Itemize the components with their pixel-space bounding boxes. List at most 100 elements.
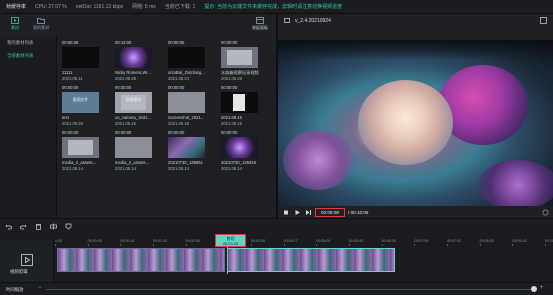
playhead[interactable] — [227, 246, 228, 274]
concurrency: 当前已下载: 1 — [164, 4, 196, 10]
next-frame-icon[interactable] — [305, 209, 312, 216]
video-clip-2-selected[interactable] — [227, 248, 395, 272]
media-thumbnail: 截图文件 — [62, 92, 99, 113]
stop-icon[interactable] — [283, 209, 290, 216]
ruler-tick-label: 00:06:26 — [381, 239, 396, 246]
media-date: 2021.06.24 — [168, 76, 189, 81]
zoom-slider[interactable] — [46, 289, 534, 290]
monitor-icon — [284, 17, 290, 23]
media-grid: 00:00:36 11111 2021.06.11 00:13:00 Nicky Rom… — [60, 36, 274, 218]
tab-media[interactable]: 素材 — [4, 17, 26, 31]
media-date: 2021.09.14 — [168, 166, 189, 171]
zoom-in-icon[interactable]: + — [540, 285, 544, 291]
ruler-tick-label: 00:07:52 — [447, 239, 461, 246]
ruler-tick-label: 00:03:34 — [251, 239, 265, 246]
media-card[interactable]: 00:00:00 截图素材 xo_camera_1631... 2021.09.15 — [113, 83, 155, 129]
total-time: 00:10:06 — [350, 210, 369, 215]
media-date: 2021.06.11 — [62, 76, 83, 81]
ruler-tick-label: 00:09:18 — [512, 239, 527, 246]
media-tabs: 素材 我的素材 收起面板 — [0, 14, 276, 36]
play-icon[interactable] — [294, 209, 301, 216]
zoom-label: 时间缩放 — [6, 287, 24, 292]
category-my-media[interactable]: 我的素材列表 — [0, 36, 56, 49]
fullscreen-icon[interactable] — [542, 209, 549, 216]
video-track-header: 视频剪辑 — [0, 240, 54, 282]
media-thumbnail — [168, 92, 205, 113]
edit-toolbar — [0, 218, 553, 232]
media-panel: 素材 我的素材 收起面板 我的素材列表 全部素材列表 00:00:36 11111… — [0, 14, 276, 218]
undo-icon[interactable] — [5, 223, 12, 230]
ruler-tick-label: 00:00:16 — [120, 239, 135, 246]
media-thumbnail — [62, 47, 99, 68]
video-clip-1[interactable] — [57, 248, 225, 272]
thumbnail-overlay-text: 截图文件 — [72, 98, 89, 102]
video-track-icon — [21, 254, 33, 266]
panel-icon — [256, 17, 264, 24]
video-track-label: 视频剪辑 — [10, 269, 28, 274]
media-thumbnail: 截图素材 — [115, 92, 152, 113]
media-thumbnail — [168, 137, 205, 158]
zoom-slider-handle[interactable] — [531, 286, 537, 292]
media-name: 20210730_135851 — [168, 160, 203, 165]
media-duration: 00:00:00 — [221, 85, 238, 90]
ruler-tick-label: 00:04:17 — [283, 239, 298, 246]
cut-marker[interactable]: 剪切 00:03:43 — [215, 234, 246, 247]
media-card[interactable]: 00:00:00 20210730_135851 2021.09.14 — [166, 128, 208, 174]
ruler-tick-label: 00:01:30 — [153, 239, 167, 246]
preview-title: v_2.4.20210924 — [295, 17, 331, 24]
category-all-media[interactable]: 全部素材列表 — [0, 49, 56, 62]
media-card[interactable]: 00:00:00 octoBar_Discharg... 2021.06.24 — [166, 38, 208, 84]
media-card[interactable]: 00:00:00 水族箱观察纪录视频 2021.06.26 — [219, 38, 261, 84]
media-thumbnail — [115, 137, 152, 158]
timeline: 视频剪辑 0:00 00:00:05 00:00:16 00:01:30 00:02:0… — [0, 232, 553, 282]
video-player[interactable] — [278, 40, 553, 206]
cut-marker-time: 00:03:43 — [222, 241, 239, 246]
media-thumbnail — [221, 92, 258, 113]
zoom-bar: 时间缩放 − + — [0, 282, 553, 295]
media-date: 2021.06.26 — [115, 76, 136, 81]
media-duration: 00:00:00 — [221, 40, 238, 45]
media-card[interactable]: 00:00:00 Screenshot_2021... 2021.09.15 — [166, 83, 208, 129]
redo-icon[interactable] — [20, 223, 27, 230]
delete-icon[interactable] — [35, 223, 42, 230]
media-duration: 00:00:00 — [115, 85, 132, 90]
media-card[interactable]: 00:00:00 截图文件 test 2021.09.26 — [60, 83, 102, 129]
media-card[interactable]: 00:00:00 media_2_assets... 2021.09.14 — [113, 128, 155, 174]
media-card[interactable]: 00:00:36 11111 2021.06.11 — [60, 38, 102, 84]
cpu-usage: CPU: 27.07 % — [35, 3, 67, 10]
ruler-tick-label: 00:07:09 — [414, 239, 429, 246]
media-card[interactable]: 00:00:00 media_2_assets... 2021.09.14 — [60, 128, 102, 174]
tab-media-label: 素材 — [11, 25, 19, 30]
preview-panel: v_2.4.20210924 00:05:08 / 00:10:06 — [278, 14, 553, 218]
split-icon[interactable] — [50, 223, 57, 230]
media-duration: 00:00:00 — [168, 85, 185, 90]
maximize-icon[interactable] — [540, 17, 547, 24]
media-name: media_2_assets... — [62, 160, 96, 165]
media-thumbnail — [221, 47, 258, 68]
media-duration: 00:00:00 — [62, 85, 79, 90]
media-name: octoBar_Discharg... — [168, 70, 205, 75]
thumbnail-overlay-text: 截图素材 — [125, 98, 142, 102]
media-duration: 00:00:00 — [62, 130, 79, 135]
tab-my-media[interactable]: 我的素材 — [30, 17, 52, 31]
media-duration: 00:00:00 — [115, 130, 132, 135]
zoom-out-icon[interactable]: − — [38, 285, 42, 291]
preview-title-bar: v_2.4.20210924 — [278, 14, 553, 27]
media-card[interactable]: 00:00:00 20210730_135916 2021.09.14 — [219, 128, 261, 174]
folder-icon — [37, 18, 45, 24]
media-date: 2021.09.15 — [115, 121, 136, 126]
media-card[interactable]: 00:13:00 Nicky Romero,Wi... 2021.06.26 — [113, 38, 155, 84]
media-name: test — [62, 115, 69, 120]
collapse-panel-button[interactable]: 收起面板 — [248, 17, 272, 31]
net-out: netOut: 1191.13 kbps — [75, 3, 124, 10]
marker-icon[interactable] — [65, 223, 72, 230]
time-ruler[interactable]: 0:00 00:00:05 00:00:16 00:01:30 00:02:08 00:0… — [55, 239, 553, 246]
media-name: 11111 — [62, 70, 73, 75]
media-name: 20210730_135916 — [221, 160, 256, 165]
tab-my-media-label: 我的素材 — [33, 25, 49, 30]
media-thumbnail — [221, 137, 258, 158]
media-card[interactable]: 00:00:00 2021.09.15 2021.09.15 — [219, 83, 261, 129]
ruler-tick-label: 00:05:43 — [349, 239, 363, 246]
media-date: 2021.09.15 — [168, 121, 189, 126]
media-date: 2021.09.14 — [115, 166, 136, 171]
